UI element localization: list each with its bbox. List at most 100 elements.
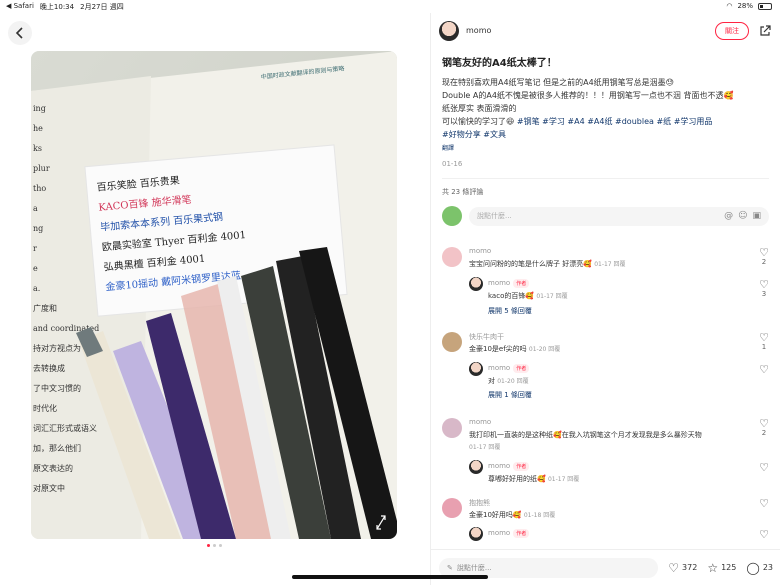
book-text-line: ks [33,144,42,153]
book-text-line: r [33,244,37,253]
like-button[interactable]: ♡ [757,529,771,540]
commenter-avatar[interactable] [442,418,462,438]
pencil-icon: ✎ [447,563,453,572]
hashtag-link[interactable]: #文具 [483,130,506,139]
commenter-name[interactable]: momo [469,247,491,255]
hashtag-link[interactable]: #A4 [567,117,584,126]
status-date: 2月27日 週四 [80,3,124,11]
commenter-name[interactable]: 快乐牛肉干 [469,332,504,342]
share-button[interactable] [758,24,772,38]
post-title: 钢笔友好的A4纸太棒了！ [442,58,557,69]
post-tags-line-2: #好物分享 #文具 [442,128,769,141]
back-button[interactable] [8,21,32,45]
status-carrier[interactable]: ◀ Safari [6,2,34,12]
hashtag-link[interactable]: #纸 [656,117,671,126]
like-button[interactable]: ♡ 2 [757,247,771,266]
at-icon[interactable]: @ [724,211,733,221]
carousel-dot[interactable] [219,544,222,547]
comment-text: 金豪10是ef尖的吗 01-20 回覆 [469,345,561,353]
hashtag-link[interactable]: #好物分享 [442,130,481,139]
status-bar: ◀ Safari 晚上10:34 2月27日 週四 ◠ 28% [0,0,780,13]
heart-icon: ♡ [759,278,769,291]
commenter-avatar[interactable] [442,247,462,267]
hashtag-link[interactable]: #doublea [615,117,654,126]
share-icon [760,24,771,36]
like-button[interactable]: ♡ [757,498,771,509]
hashtag-link[interactable]: #钢笔 [517,117,540,126]
bottom-action-bar: ✎ 說點什麼... ♡ 372 ☆ 125 ◯ 23 [431,549,780,585]
commenter-name[interactable]: 抱抱熊 [469,498,490,508]
book-text-line: 时代化 [33,403,57,413]
post-photo[interactable]: 中国时政文献翻译的原则与策略 ing he ks plur tho a ng r e a. 广度和 a… [31,51,397,539]
bottom-placeholder: 說點什麼... [456,563,492,572]
comment-input[interactable]: 說點什麼... @ ☺ ▣ [469,206,769,226]
book-text-line: a [33,204,38,213]
wifi-icon: ◠ [726,2,733,10]
hashtag-link[interactable]: #学习用品 [674,117,713,126]
comments-button[interactable]: ◯ 23 [746,561,773,575]
reply-text: 对 01-20 回覆 [488,377,529,385]
hashtag-link[interactable]: #A4纸 [587,117,612,126]
post-body: 现在特别喜欢用A4纸写笔记 但是之前的A4纸用钢笔写总是洇墨😓 Double A… [442,76,769,141]
my-avatar [442,206,462,226]
divider [442,178,769,179]
heart-icon: ♡ [759,417,769,430]
replier-avatar[interactable] [469,362,483,376]
expand-replies-button[interactable]: 展開 1 條回覆 [488,390,532,400]
book-text-line: 词汇汇形式或语义 [33,423,97,433]
post-detail-panel: momo 關注 钢笔友好的A4纸太棒了！ 现在特别喜欢用A4纸写笔记 但是之前的… [430,13,780,585]
author-name[interactable]: momo [466,26,491,35]
comment-input-placeholder: 說點什麼... [477,212,512,220]
book-text-line: 原文表达的 [33,463,73,473]
post-line-2: Double A的A4纸不愧是被很多人推荐的！！！用钢笔写一点也不洇 背面也不透… [442,91,734,100]
book-text-line: 了中文习惯的 [33,383,81,393]
back-icon [15,27,23,39]
carousel-dot[interactable] [207,544,210,547]
comment-count: 共 23 條評論 [442,188,484,196]
like-button[interactable]: ♡ 3 [757,279,771,298]
post-line-4: 可以愉快的学习了😆 #钢笔 #学习 #A4 #A4纸 #doublea #纸 #… [442,115,769,128]
replier-name[interactable]: momo 作者 [488,279,530,288]
post-date: 01-16 [442,160,463,168]
commenter-avatar[interactable] [442,332,462,352]
replier-avatar[interactable] [469,277,483,291]
follow-button[interactable]: 關注 [715,21,749,40]
heart-icon: ♡ [759,461,769,474]
replier-name[interactable]: momo 作者 [488,462,530,471]
hashtag-link[interactable]: #学习 [542,117,565,126]
replier-name[interactable]: momo 作者 [488,529,530,538]
comment-meta: 01-17 回覆 [469,444,501,451]
book-text-line: 加，那么他们 [33,443,81,453]
battery-icon [758,2,772,10]
image-viewer: 中国时政文献翻译的原则与策略 ing he ks plur tho a ng r e a. 广度和 a… [0,13,430,585]
book-text-line: e [33,264,38,273]
home-indicator[interactable] [292,575,488,579]
book-text-line: 对原文中 [33,483,65,493]
post-line-1: 现在特别喜欢用A4纸写笔记 但是之前的A4纸用钢笔写总是洇墨😓 [442,78,675,87]
carousel-dot[interactable] [213,544,216,547]
book-text-line: 广度和 [33,303,57,313]
collect-button[interactable]: ☆ 125 [707,561,736,575]
heart-icon: ♡ [759,246,769,259]
like-button[interactable]: ♡ 1 [757,332,771,351]
image-icon[interactable]: ▣ [752,211,761,221]
translate-link[interactable]: 翻譯 [442,143,769,152]
post-line-4-text: 可以愉快的学习了😆 [442,117,517,126]
chat-icon: ◯ [746,560,760,575]
book-text-line: ing [33,104,46,113]
like-post-button[interactable]: ♡ 372 [668,561,697,575]
status-time: 晚上10:34 [39,3,75,11]
emoji-icon[interactable]: ☺ [738,211,747,221]
like-button[interactable]: ♡ 2 [757,418,771,437]
book-text-line: a. [33,284,40,293]
like-button[interactable]: ♡ [757,364,771,375]
replier-avatar[interactable] [469,460,483,474]
replier-name[interactable]: momo 作者 [488,364,530,373]
heart-icon: ♡ [668,560,680,575]
commenter-avatar[interactable] [442,498,462,518]
author-avatar[interactable] [439,20,459,41]
replier-avatar[interactable] [469,527,483,541]
commenter-name[interactable]: momo [469,418,491,426]
like-button[interactable]: ♡ [757,462,771,473]
expand-replies-button[interactable]: 展開 5 條回覆 [488,306,532,316]
